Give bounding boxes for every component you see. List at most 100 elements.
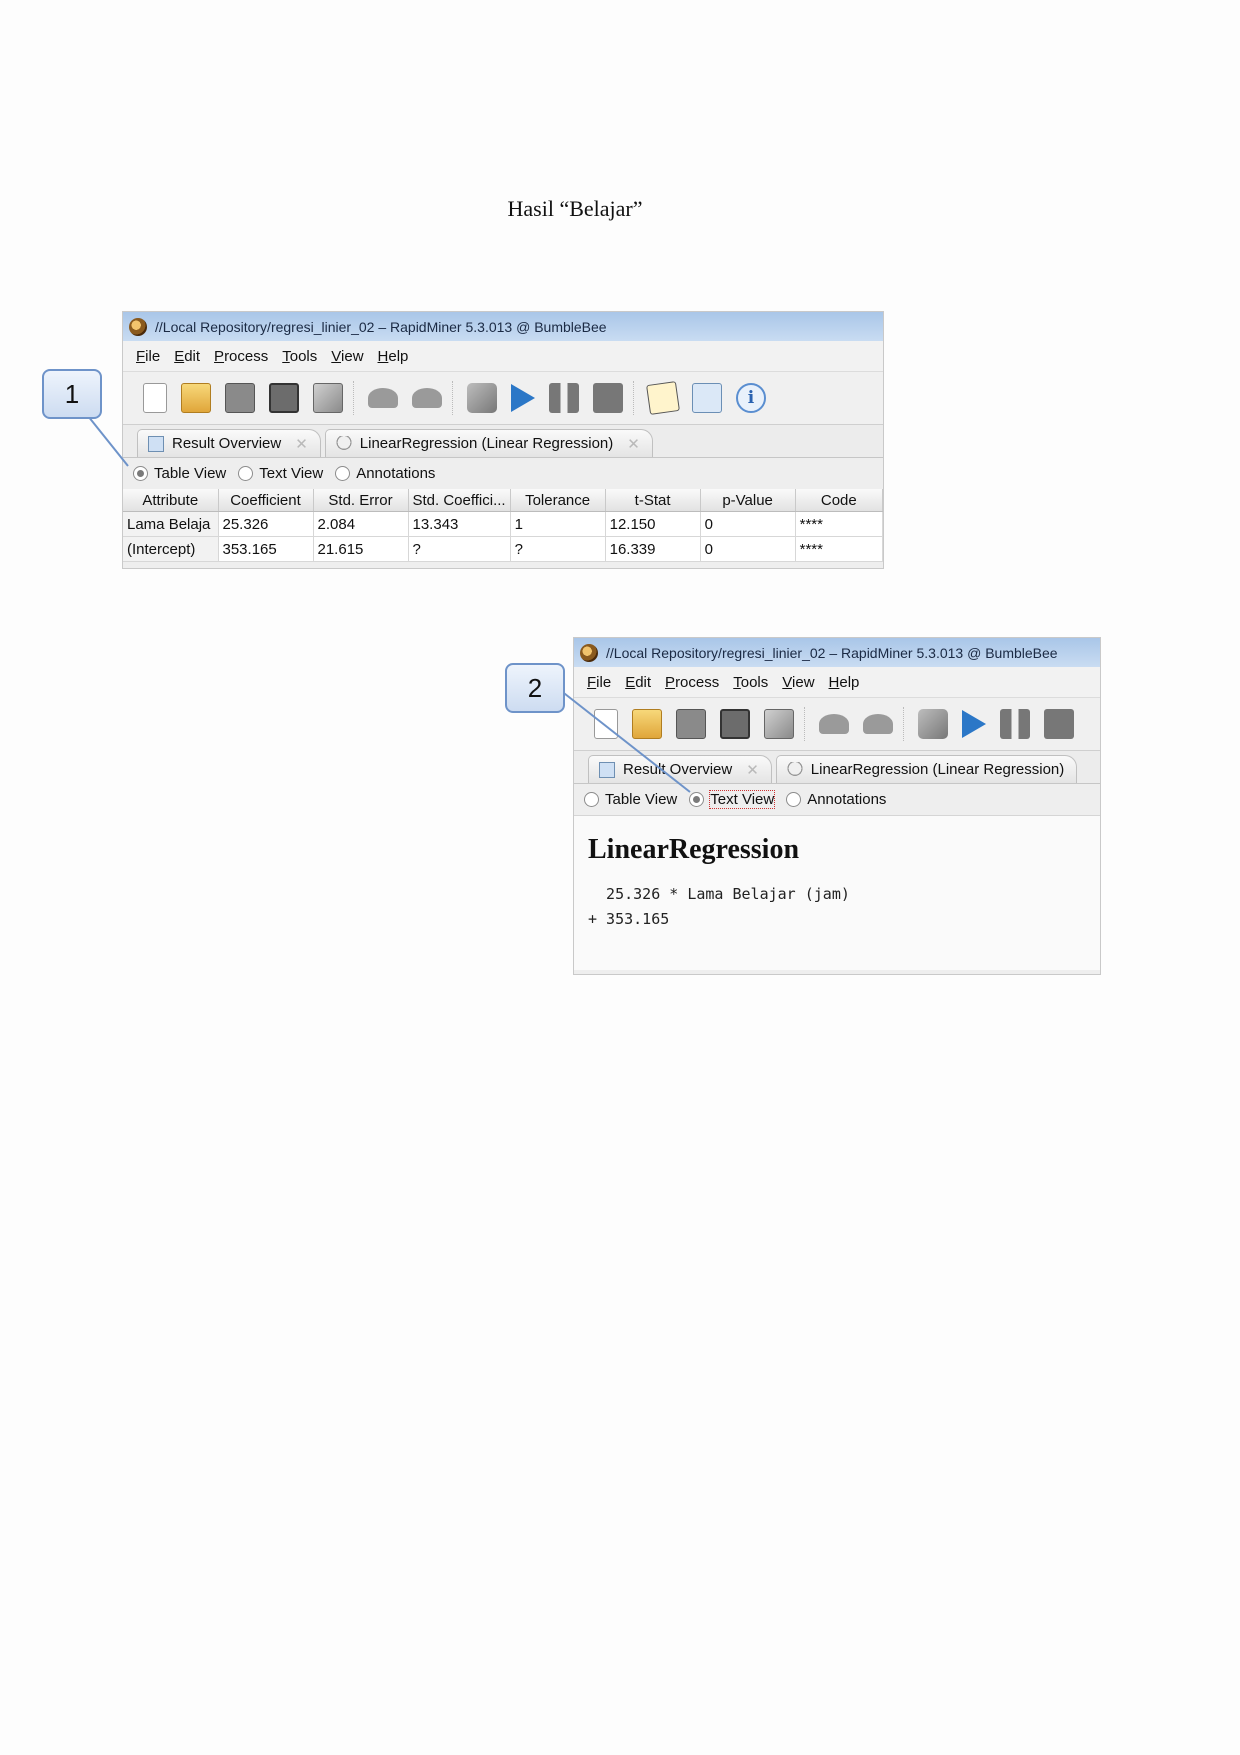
toolbar-separator bbox=[452, 381, 455, 415]
table-view-radio[interactable] bbox=[584, 792, 599, 807]
menu-file[interactable]: File bbox=[136, 348, 160, 365]
result-tabs: Result Overview ✕ LinearRegression (Line… bbox=[574, 751, 1100, 784]
view-switcher: Table View Text View Annotations bbox=[574, 784, 1100, 815]
operator-icon[interactable] bbox=[918, 709, 948, 739]
view-switcher: Table View Text View Annotations bbox=[123, 458, 883, 489]
window-titlebar: //Local Repository/regresi_linier_02 – R… bbox=[123, 312, 883, 341]
menu-edit[interactable]: Edit bbox=[625, 674, 651, 691]
tab-linear-regression[interactable]: LinearRegression (Linear Regression) bbox=[775, 755, 1078, 783]
tab-label: Result Overview bbox=[623, 761, 733, 778]
menu-edit[interactable]: Edit bbox=[174, 348, 200, 365]
window-titlebar: //Local Repository/regresi_linier_02 – R… bbox=[574, 638, 1100, 667]
table-row[interactable]: (Intercept) 353.165 21.615 ? ? 16.339 0 … bbox=[123, 536, 883, 562]
menu-help[interactable]: Help bbox=[829, 674, 860, 691]
annotations-radio[interactable] bbox=[335, 466, 351, 481]
table-view-label[interactable]: Table View bbox=[154, 465, 226, 482]
open-icon[interactable] bbox=[181, 383, 211, 413]
new-icon[interactable] bbox=[594, 709, 618, 739]
tab-result-overview[interactable]: Result Overview ✕ bbox=[137, 429, 321, 457]
menu-view[interactable]: View bbox=[782, 674, 814, 691]
save-as-icon[interactable] bbox=[720, 709, 750, 739]
tab-result-overview[interactable]: Result Overview ✕ bbox=[588, 755, 772, 783]
table-cell: **** bbox=[795, 511, 883, 537]
redo-icon[interactable] bbox=[863, 714, 893, 734]
tab-label: LinearRegression (Linear Regression) bbox=[359, 435, 614, 452]
model-icon bbox=[786, 761, 803, 778]
callout-2: 2 bbox=[505, 663, 565, 713]
menu-view[interactable]: View bbox=[331, 348, 363, 365]
table-cell: (Intercept) bbox=[123, 536, 219, 562]
save-icon[interactable] bbox=[676, 709, 706, 739]
column-header[interactable]: Tolerance bbox=[510, 489, 606, 512]
toolbar: i bbox=[123, 372, 883, 425]
callout-1: 1 bbox=[42, 369, 102, 419]
result-overview-icon bbox=[148, 435, 164, 452]
save-icon[interactable] bbox=[225, 383, 255, 413]
menu-tools[interactable]: Tools bbox=[282, 348, 317, 365]
stop-icon[interactable] bbox=[593, 383, 623, 413]
result-tabs: Result Overview ✕ LinearRegression (Line… bbox=[123, 425, 883, 458]
screenshot-text-view: //Local Repository/regresi_linier_02 – R… bbox=[573, 637, 1101, 975]
column-header[interactable]: Attribute bbox=[123, 489, 219, 512]
table-view-radio[interactable] bbox=[133, 466, 148, 481]
column-header[interactable]: Std. Error bbox=[313, 489, 409, 512]
close-icon[interactable]: ✕ bbox=[295, 435, 308, 453]
menu-help[interactable]: Help bbox=[378, 348, 409, 365]
menu-tools[interactable]: Tools bbox=[733, 674, 768, 691]
text-view-radio[interactable] bbox=[238, 466, 254, 481]
column-header[interactable]: p-Value bbox=[700, 489, 796, 512]
undo-icon[interactable] bbox=[819, 714, 849, 734]
table-view-label[interactable]: Table View bbox=[605, 791, 677, 808]
text-view-label[interactable]: Text View bbox=[259, 465, 323, 482]
toolbar-separator bbox=[353, 381, 356, 415]
model-heading: LinearRegression bbox=[588, 834, 800, 865]
table-row[interactable]: Lama Belaja 25.326 2.084 13.343 1 12.150… bbox=[123, 511, 883, 537]
menu-process[interactable]: Process bbox=[214, 348, 268, 365]
run-icon[interactable] bbox=[962, 710, 986, 738]
info-icon[interactable]: i bbox=[736, 383, 766, 413]
pause-icon[interactable] bbox=[549, 383, 579, 413]
close-icon[interactable]: ✕ bbox=[627, 435, 640, 453]
undo-icon[interactable] bbox=[368, 388, 398, 408]
text-view-radio[interactable] bbox=[689, 792, 705, 807]
column-header[interactable]: t-Stat bbox=[605, 489, 701, 512]
tab-linear-regression[interactable]: LinearRegression (Linear Regression) ✕ bbox=[324, 429, 653, 457]
redo-icon[interactable] bbox=[412, 388, 442, 408]
column-header[interactable]: Std. Coeffici... bbox=[408, 489, 511, 512]
toolbar-separator bbox=[804, 707, 807, 741]
table-cell: 0 bbox=[700, 536, 796, 562]
menu-process[interactable]: Process bbox=[665, 674, 719, 691]
pause-icon[interactable] bbox=[1000, 709, 1030, 739]
column-header[interactable]: Code bbox=[795, 489, 883, 512]
app-icon bbox=[129, 317, 147, 336]
annotations-label[interactable]: Annotations bbox=[356, 465, 435, 482]
table-cell: 1 bbox=[510, 511, 606, 537]
operator-icon[interactable] bbox=[467, 383, 497, 413]
result-perspective-icon[interactable] bbox=[692, 383, 722, 413]
window-title: //Local Repository/regresi_linier_02 – R… bbox=[155, 318, 607, 335]
coefficient-table: Attribute Coefficient Std. Error Std. Co… bbox=[123, 489, 883, 562]
tab-label: Result Overview bbox=[172, 435, 282, 452]
model-icon bbox=[335, 435, 352, 452]
close-icon[interactable]: ✕ bbox=[746, 761, 759, 779]
print-icon[interactable] bbox=[764, 709, 794, 739]
screenshot-table-view: //Local Repository/regresi_linier_02 – R… bbox=[122, 311, 884, 569]
print-icon[interactable] bbox=[313, 383, 343, 413]
save-as-icon[interactable] bbox=[269, 383, 299, 413]
stop-icon[interactable] bbox=[1044, 709, 1074, 739]
open-icon[interactable] bbox=[632, 709, 662, 739]
table-cell: ? bbox=[408, 536, 511, 562]
toolbar-separator bbox=[633, 381, 636, 415]
toolbar bbox=[574, 698, 1100, 751]
menu-file[interactable]: File bbox=[587, 674, 611, 691]
new-icon[interactable] bbox=[143, 383, 167, 413]
run-icon[interactable] bbox=[511, 384, 535, 412]
annotations-label[interactable]: Annotations bbox=[807, 791, 886, 808]
annotations-radio[interactable] bbox=[786, 792, 802, 807]
table-header-row: Attribute Coefficient Std. Error Std. Co… bbox=[123, 489, 883, 512]
column-header[interactable]: Coefficient bbox=[218, 489, 314, 512]
table-cell: **** bbox=[795, 536, 883, 562]
edit-icon[interactable] bbox=[646, 381, 680, 415]
app-icon bbox=[580, 643, 598, 662]
text-view-label[interactable]: Text View bbox=[709, 790, 776, 809]
